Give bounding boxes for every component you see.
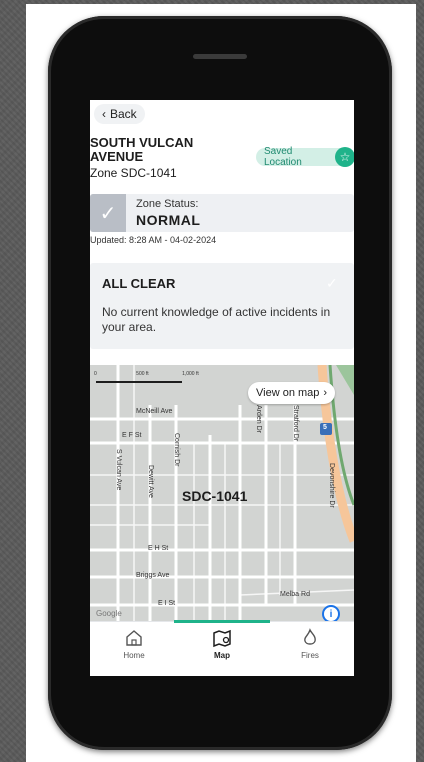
active-tab-indicator [174, 620, 270, 623]
highway-shield: 5 [323, 424, 327, 431]
google-attribution: Google [96, 609, 122, 618]
saved-location-label: Saved Location [264, 146, 302, 168]
speaker-grille [193, 54, 247, 59]
flame-icon [304, 628, 316, 645]
tab-map-label: Map [214, 651, 230, 660]
street-label: Dewitt Ave [147, 465, 154, 498]
zone-status-value: NORMAL [136, 212, 201, 228]
chevron-left-icon: ‹ [102, 107, 106, 121]
check-icon: ✓ [90, 194, 126, 232]
chevron-right-icon: › [323, 387, 328, 399]
street-label: Briggs Ave [136, 572, 170, 579]
zone-map-label: SDC-1041 [182, 488, 248, 504]
map-scale: 0 500 ft 1,000 ft [94, 371, 199, 377]
location-name: SOUTH VULCAN AVENUE [90, 135, 194, 164]
info-icon[interactable]: i [322, 605, 340, 621]
street-label: McNeill Ave [136, 408, 173, 415]
view-on-map-label: View on map [256, 387, 320, 399]
scale-1000: 1,000 ft [182, 371, 199, 377]
tab-home-label: Home [123, 651, 145, 660]
street-label: Melba Rd [280, 591, 310, 598]
zone-status-panel: ✓ Zone Status: NORMAL [90, 194, 354, 232]
tab-map[interactable]: Map [178, 628, 266, 660]
all-clear-panel: ALL CLEAR ✓ No current knowledge of acti… [90, 263, 354, 349]
tab-fires[interactable]: Fires [266, 628, 354, 660]
zone-status-label: Zone Status: [136, 198, 199, 210]
street-label: Stratford Dr [292, 405, 299, 442]
street-label: Devonshire Dr [328, 463, 335, 508]
map-icon [213, 629, 231, 648]
street-label: E H St [148, 545, 169, 552]
street-label: S Vulcan Ave [115, 449, 122, 491]
phone-frame: ‹ Back SOUTH VULCAN AVENUE Zone SDC-1041… [48, 16, 392, 750]
app-screen: ‹ Back SOUTH VULCAN AVENUE Zone SDC-1041… [90, 100, 354, 676]
alert-body: No current knowledge of active incidents… [102, 305, 331, 334]
saved-location-badge[interactable]: Saved Location ☆ [256, 146, 354, 168]
back-label: Back [110, 107, 137, 121]
scale-500: 500 ft [136, 371, 149, 377]
street-label: Cornish Dr [173, 433, 180, 467]
check-icon: ✓ [326, 275, 338, 291]
street-label: E I St [158, 600, 176, 607]
bottom-tab-bar: Home Map Fires [90, 620, 354, 676]
tab-home[interactable]: Home [90, 628, 178, 660]
updated-timestamp: Updated: 8:28 AM - 04-02-2024 [90, 235, 217, 245]
home-icon [126, 630, 142, 646]
alert-title: ALL CLEAR [102, 276, 176, 291]
back-button[interactable]: ‹ Back [94, 104, 145, 124]
view-on-map-button[interactable]: View on map › [248, 382, 336, 404]
zone-map[interactable]: 0 500 ft 1,000 ft View on map › McNeill … [90, 365, 354, 621]
street-label: Arden Dr [255, 405, 262, 434]
zone-id: Zone SDC-1041 [90, 166, 177, 180]
star-icon: ☆ [335, 147, 354, 167]
tab-fires-label: Fires [301, 651, 319, 660]
scale-zero: 0 [94, 371, 97, 377]
street-label: E F St [122, 432, 142, 439]
